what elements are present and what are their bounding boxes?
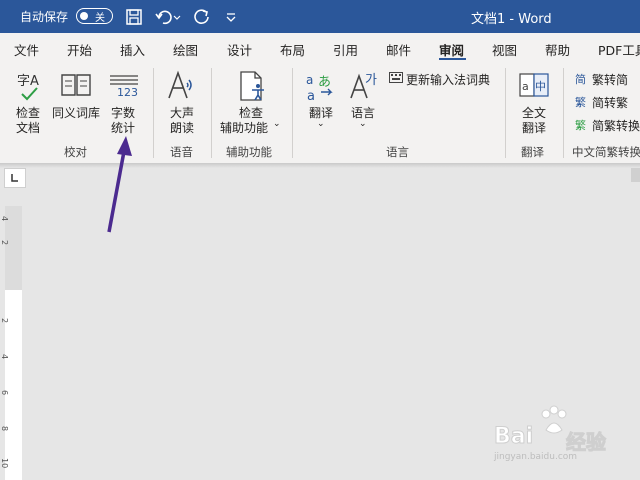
undo-icon[interactable]	[154, 7, 174, 27]
svg-text:中: 中	[535, 80, 546, 93]
ribbon-shadow	[0, 163, 640, 168]
svg-text:繁: 繁	[575, 95, 586, 108]
annotation-arrow-icon	[107, 136, 132, 233]
ruler-number: 6	[0, 390, 9, 396]
svg-text:a: a	[306, 73, 313, 87]
toggle-knob	[80, 11, 88, 20]
accessibility-group-label: 辅助功能	[226, 145, 272, 159]
simplified-to-traditional-icon: 繁	[575, 95, 586, 108]
horizontal-ruler-end	[631, 168, 640, 182]
language-icon[interactable]: 가	[348, 70, 380, 102]
tab-review[interactable]: 审阅	[439, 40, 464, 59]
simplified-to-traditional-button[interactable]: 简转繁	[592, 94, 628, 111]
group-separator	[292, 68, 293, 158]
customize-qat-icon[interactable]	[224, 7, 238, 27]
tab-layout[interactable]: 布局	[280, 40, 305, 59]
chevron-down-icon[interactable]: ⌄	[359, 119, 367, 129]
chevron-down-icon[interactable]: ⌄	[317, 119, 325, 129]
chinese-conversion-button[interactable]: 简繁转换	[592, 117, 640, 134]
thesaurus-label: 同义词库	[52, 106, 101, 120]
tab-pdf-tools[interactable]: PDF工具	[598, 40, 640, 59]
word-count-button[interactable]: 123	[108, 74, 140, 100]
tab-references[interactable]: 引用	[333, 40, 358, 59]
save-icon[interactable]	[124, 7, 144, 27]
spelling-check-button[interactable]: 字A	[14, 70, 44, 104]
autosave-state: 关	[95, 13, 105, 24]
autosave-label: 自动保存	[20, 10, 69, 24]
group-separator	[563, 68, 564, 158]
group-separator	[211, 68, 212, 158]
svg-text:a: a	[307, 89, 315, 102]
ruler-number: 2	[0, 240, 9, 246]
ruler-number: 4	[0, 354, 9, 360]
translate-group-label: 翻译	[521, 145, 544, 159]
checkmark-icon	[21, 87, 38, 101]
vertical-ruler[interactable]: 4 2 2 4 6 8 10	[0, 206, 22, 480]
tab-home[interactable]: 开始	[67, 40, 92, 59]
full-translate-label-2: 翻译	[522, 121, 547, 135]
undo-dropdown-icon[interactable]	[172, 7, 182, 27]
redo-icon[interactable]	[192, 7, 212, 27]
chinese-group-label: 中文简繁转换	[572, 145, 640, 159]
update-ime-dictionary-button[interactable]: 更新输入法词典	[406, 71, 490, 88]
ruler-number: 4	[0, 216, 9, 222]
ruler-number: 2	[0, 318, 9, 324]
tab-selector[interactable]	[4, 168, 26, 188]
accessibility-label-2: 辅助功能	[220, 121, 269, 135]
translate-icon[interactable]: a あ a	[305, 72, 337, 102]
accessibility-check-icon[interactable]	[238, 70, 268, 102]
baidu-watermark: Bai 经验 jingyan.baidu.com	[493, 402, 634, 466]
tab-draw[interactable]: 绘图	[173, 40, 198, 59]
check-doc-label-2: 文档	[16, 121, 41, 135]
ribbon-tabs: 文件 开始 插入 绘图 设计 布局 引用 邮件 审阅 视图 帮助 PDF工具	[0, 33, 640, 60]
tab-view[interactable]: 视图	[492, 40, 517, 59]
proofing-group-label: 校对	[64, 145, 87, 159]
traditional-to-simplified-button[interactable]: 繁转简	[592, 71, 628, 88]
read-aloud-label-2: 朗读	[170, 121, 195, 135]
ruler-number: 10	[0, 458, 9, 469]
tab-insert[interactable]: 插入	[120, 40, 145, 59]
speech-group-label: 语音	[170, 145, 193, 159]
traditional-to-simplified-icon: 简	[575, 72, 586, 85]
svg-text:a: a	[522, 80, 529, 93]
tab-mailings[interactable]: 邮件	[386, 40, 411, 59]
full-translate-icon[interactable]: a 中	[519, 72, 551, 100]
document-title: 文档1 - Word	[471, 12, 552, 27]
watermark-url: jingyan.baidu.com	[494, 452, 578, 462]
autosave-toggle[interactable]: 关	[76, 8, 113, 24]
chevron-down-icon[interactable]: ⌄	[273, 119, 281, 129]
svg-text:가: 가	[365, 73, 377, 88]
group-separator	[505, 68, 506, 158]
svg-text:あ: あ	[318, 75, 331, 90]
svg-text:繁: 繁	[575, 118, 586, 131]
tab-design[interactable]: 设计	[227, 40, 252, 59]
thesaurus-book-icon[interactable]	[60, 72, 92, 98]
group-separator	[153, 68, 154, 158]
left-tab-stop-icon	[11, 174, 18, 182]
watermark-brand: Bai	[493, 424, 534, 450]
keyboard-icon	[389, 72, 403, 83]
watermark-brand2: 经验	[566, 430, 607, 455]
tab-file[interactable]: 文件	[14, 40, 39, 59]
tab-help[interactable]: 帮助	[545, 40, 570, 59]
read-aloud-icon[interactable]	[166, 70, 196, 102]
title-bar: 自动保存 关 文档1 - Word	[0, 0, 640, 33]
language-group-label: 语言	[386, 145, 409, 159]
word-count-123-icon: 123	[117, 86, 138, 99]
chinese-conversion-icon: 繁	[575, 118, 586, 131]
ruler-number: 8	[0, 426, 9, 432]
svg-text:简: 简	[575, 72, 586, 85]
